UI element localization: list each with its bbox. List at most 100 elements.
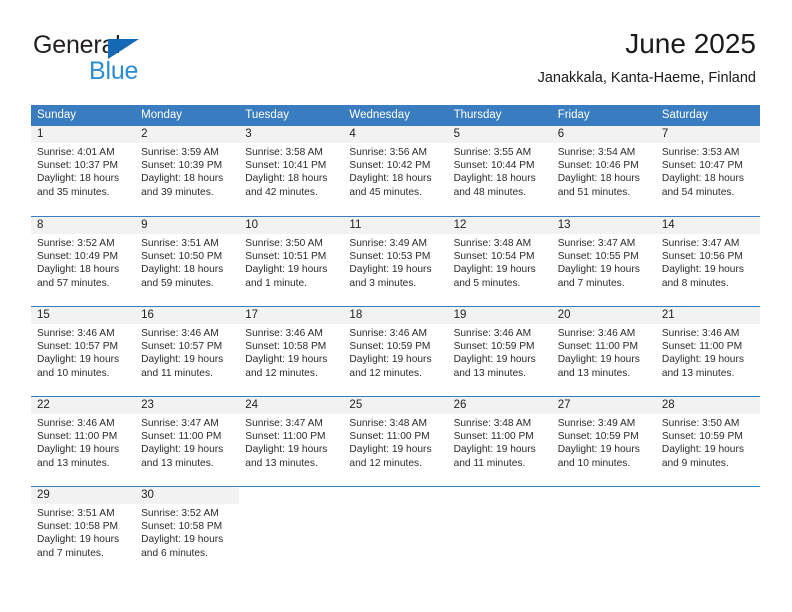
sunrise-text: Sunrise: 3:47 AM — [141, 418, 219, 429]
day-number-band: 1 — [31, 126, 136, 143]
sunset-text: Sunset: 11:00 PM — [557, 341, 638, 353]
daylight-text-line1: Daylight: 18 hours — [557, 173, 640, 185]
calendar-weeks: 1 Sunrise: 4:01 AM Sunset: 10:37 PM Dayligh… — [31, 126, 760, 576]
page-header: General Blue June 2025 Janakkala, Kanta-… — [0, 0, 792, 104]
day-number-band: 26 — [447, 397, 552, 414]
daylight-text-line1: Daylight: 19 hours — [453, 264, 536, 276]
daylight-text-line2: and 12 minutes. — [349, 367, 422, 379]
day-details: Sunrise: 3:59 AM Sunset: 10:39 PM Daylight… — [135, 143, 239, 199]
calendar-day-cell[interactable]: 26 Sunrise: 3:48 AM Sunset: 11:00 PM Daylig… — [447, 397, 552, 486]
calendar-day-cell[interactable]: 22 Sunrise: 3:46 AM Sunset: 11:00 PM Daylig… — [31, 397, 136, 486]
calendar-day-cell[interactable]: 16 Sunrise: 3:46 AM Sunset: 10:57 PM Daylig… — [135, 307, 240, 396]
day-number-band: 28 — [655, 397, 760, 414]
daylight-text-line1: Daylight: 19 hours — [37, 444, 120, 456]
calendar-day-cell[interactable]: 19 Sunrise: 3:46 AM Sunset: 10:59 PM Daylig… — [447, 307, 552, 396]
sunrise-text: Sunrise: 3:47 AM — [245, 418, 323, 429]
calendar-day-cell[interactable]: 4 Sunrise: 3:56 AM Sunset: 10:42 PM Dayligh… — [343, 126, 448, 216]
daylight-text-line2: and 8 minutes. — [661, 277, 729, 289]
sunset-text: Sunset: 10:41 PM — [245, 160, 327, 172]
calendar-day-cell[interactable]: 13 Sunrise: 3:47 AM Sunset: 10:55 PM Daylig… — [551, 217, 656, 306]
calendar-day-cell[interactable]: 27 Sunrise: 3:49 AM Sunset: 10:59 PM Daylig… — [551, 397, 656, 486]
daylight-text-line1: Daylight: 19 hours — [141, 534, 224, 546]
daylight-text-line2: and 42 minutes. — [245, 186, 318, 198]
sunset-text: Sunset: 10:46 PM — [557, 160, 639, 172]
day-number: 13 — [557, 219, 571, 231]
weekday-header-row: Sunday Monday Tuesday Wednesday Thursday… — [31, 105, 760, 126]
day-details: Sunrise: 3:47 AM Sunset: 10:55 PM Daylight… — [552, 234, 656, 290]
calendar-day-cell[interactable]: 28 Sunrise: 3:50 AM Sunset: 10:59 PM Daylig… — [655, 397, 760, 486]
generalblue-logo[interactable]: General Blue — [33, 31, 263, 87]
calendar-day-cell[interactable]: 18 Sunrise: 3:46 AM Sunset: 10:59 PM Daylig… — [343, 307, 448, 396]
day-details: Sunrise: 3:50 AM Sunset: 10:59 PM Daylight… — [656, 414, 760, 470]
daylight-text-line2: and 59 minutes. — [141, 277, 214, 289]
day-number-band — [552, 487, 656, 504]
daylight-text-line1: Daylight: 19 hours — [245, 264, 328, 276]
calendar-day-cell[interactable]: 15 Sunrise: 3:46 AM Sunset: 10:57 PM Daylig… — [31, 307, 136, 396]
calendar-day-cell[interactable]: 9 Sunrise: 3:51 AM Sunset: 10:50 PM Dayligh… — [135, 217, 240, 306]
calendar-day-cell[interactable]: 1 Sunrise: 4:01 AM Sunset: 10:37 PM Dayligh… — [31, 126, 136, 216]
calendar-day-cell[interactable]: 7 Sunrise: 3:53 AM Sunset: 10:47 PM Dayligh… — [655, 126, 760, 216]
daylight-text-line1: Daylight: 19 hours — [453, 444, 536, 456]
daylight-text-line2: and 1 minute. — [245, 277, 308, 289]
sunrise-text: Sunrise: 3:48 AM — [453, 418, 532, 429]
day-number: 6 — [557, 128, 565, 140]
calendar-day-cell[interactable]: 14 Sunrise: 3:47 AM Sunset: 10:56 PM Daylig… — [655, 217, 760, 306]
day-number: 11 — [349, 219, 362, 231]
sunset-text: Sunset: 11:00 PM — [141, 431, 222, 443]
daylight-text-line2: and 12 minutes. — [349, 457, 422, 469]
sunrise-text: Sunrise: 3:54 AM — [557, 147, 636, 158]
day-number: 18 — [349, 309, 363, 321]
calendar-day-cell[interactable]: 25 Sunrise: 3:48 AM Sunset: 11:00 PM Daylig… — [343, 397, 448, 486]
day-number: 10 — [245, 219, 259, 231]
calendar-week-row: 1 Sunrise: 4:01 AM Sunset: 10:37 PM Dayligh… — [31, 126, 760, 216]
calendar-day-cell[interactable]: 17 Sunrise: 3:46 AM Sunset: 10:58 PM Daylig… — [239, 307, 344, 396]
daylight-text-line2: and 7 minutes. — [557, 277, 625, 289]
calendar-day-cell[interactable]: 11 Sunrise: 3:49 AM Sunset: 10:53 PM Daylig… — [343, 217, 448, 306]
sunrise-text: Sunrise: 3:50 AM — [661, 418, 740, 429]
calendar-day-cell[interactable]: 29 Sunrise: 3:51 AM Sunset: 10:58 PM Daylig… — [31, 487, 136, 575]
day-details: Sunrise: 3:46 AM Sunset: 11:00 PM Daylight… — [552, 324, 656, 380]
sunrise-text: Sunrise: 3:46 AM — [37, 328, 115, 339]
sunrise-text: Sunrise: 3:47 AM — [557, 238, 636, 249]
sunset-text: Sunset: 10:57 PM — [141, 341, 223, 353]
sunrise-text: Sunrise: 3:51 AM — [37, 508, 115, 519]
daylight-text-line2: and 11 minutes. — [141, 367, 213, 379]
daylight-text-line2: and 10 minutes. — [37, 367, 110, 379]
calendar-day-cell[interactable]: 10 Sunrise: 3:50 AM Sunset: 10:51 PM Daylig… — [239, 217, 344, 306]
calendar-day-cell[interactable]: 20 Sunrise: 3:46 AM Sunset: 11:00 PM Daylig… — [551, 307, 656, 396]
calendar-day-cell[interactable]: 12 Sunrise: 3:48 AM Sunset: 10:54 PM Daylig… — [447, 217, 552, 306]
weekday-header-tuesday: Tuesday — [245, 109, 289, 121]
calendar-day-cell[interactable]: 3 Sunrise: 3:58 AM Sunset: 10:41 PM Dayligh… — [239, 126, 344, 216]
calendar-day-cell[interactable]: 5 Sunrise: 3:55 AM Sunset: 10:44 PM Dayligh… — [447, 126, 552, 216]
day-number-band: 4 — [343, 126, 448, 143]
sunrise-text: Sunrise: 3:47 AM — [661, 238, 740, 249]
daylight-text-line1: Daylight: 19 hours — [141, 444, 224, 456]
calendar-day-cell[interactable]: 30 Sunrise: 3:52 AM Sunset: 10:58 PM Daylig… — [135, 487, 240, 575]
calendar-day-cell[interactable]: 8 Sunrise: 3:52 AM Sunset: 10:49 PM Dayligh… — [31, 217, 136, 306]
sunset-text: Sunset: 10:58 PM — [37, 521, 118, 533]
calendar-day-cell[interactable]: 21 Sunrise: 3:46 AM Sunset: 11:00 PM Daylig… — [655, 307, 760, 396]
daylight-text-line2: and 6 minutes. — [141, 547, 208, 559]
calendar-day-cell[interactable]: 24 Sunrise: 3:47 AM Sunset: 11:00 PM Daylig… — [239, 397, 344, 486]
calendar-day-cell[interactable]: 23 Sunrise: 3:47 AM Sunset: 11:00 PM Daylig… — [135, 397, 240, 486]
day-number-band: 12 — [447, 217, 552, 234]
daylight-text-line2: and 57 minutes. — [37, 277, 110, 289]
day-number-band: 27 — [551, 397, 656, 414]
calendar-day-cell[interactable]: 6 Sunrise: 3:54 AM Sunset: 10:46 PM Dayligh… — [551, 126, 656, 216]
daylight-text-line1: Daylight: 19 hours — [557, 264, 640, 276]
weekday-header-sunday: Sunday — [37, 109, 77, 121]
calendar-week-row: 8 Sunrise: 3:52 AM Sunset: 10:49 PM Dayligh… — [31, 216, 760, 306]
day-number: 9 — [141, 219, 148, 231]
daylight-text-line2: and 45 minutes. — [349, 186, 422, 198]
calendar-day-cell[interactable]: 2 Sunrise: 3:59 AM Sunset: 10:39 PM Dayligh… — [135, 126, 240, 216]
day-details: Sunrise: 3:49 AM Sunset: 10:53 PM Daylight… — [343, 234, 447, 290]
daylight-text-line1: Daylight: 18 hours — [141, 264, 224, 276]
day-number-band: 15 — [31, 307, 136, 324]
day-number-band: 21 — [655, 307, 760, 324]
day-number: 25 — [349, 399, 363, 411]
sunset-text: Sunset: 11:00 PM — [245, 431, 326, 443]
day-number-band: 2 — [135, 126, 240, 143]
daylight-text-line1: Daylight: 19 hours — [453, 354, 536, 366]
day-details: Sunrise: 3:53 AM Sunset: 10:47 PM Daylight… — [656, 143, 760, 199]
day-number: 12 — [453, 219, 467, 231]
